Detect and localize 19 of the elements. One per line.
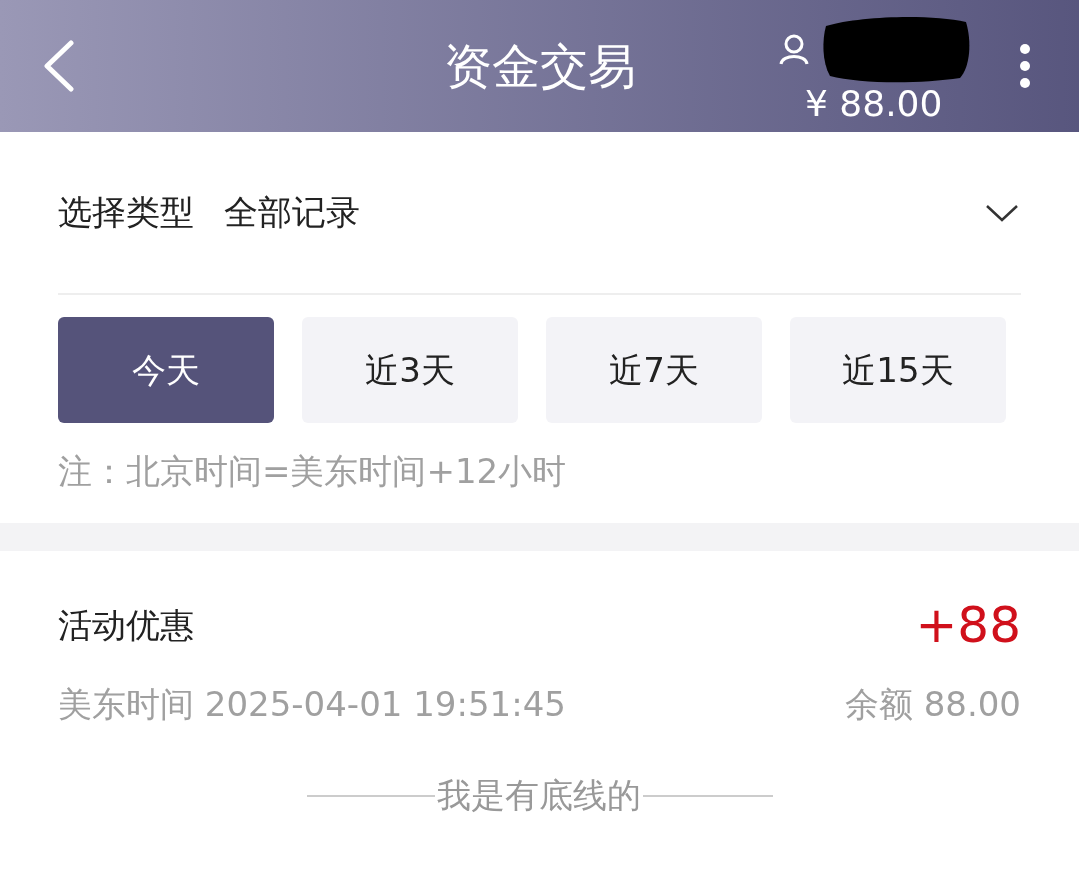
record-amount: +88 xyxy=(915,600,1021,650)
range-tab[interactable]: 今天 xyxy=(58,317,274,423)
end-of-list-text: 我是有底线的 xyxy=(435,774,642,817)
range-tab[interactable]: 近7天 xyxy=(546,317,762,423)
account-balance: ¥ 88.00 xyxy=(805,86,943,122)
timezone-note: 注：北京时间=美东时间+12小时 xyxy=(58,450,568,493)
back-icon xyxy=(41,40,75,92)
record-balance: 余额 88.00 xyxy=(844,683,1021,726)
record-time: 美东时间 2025-04-01 19:51:45 xyxy=(58,683,566,726)
record-title: 活动优惠 xyxy=(58,603,194,647)
page-title: 资金交易 xyxy=(443,42,636,90)
more-icon xyxy=(1019,43,1031,89)
user-icon xyxy=(778,33,810,65)
range-tab[interactable]: 近15天 xyxy=(790,317,1006,423)
range-tab[interactable]: 近3天 xyxy=(302,317,518,423)
chevron-down-icon xyxy=(985,202,1019,223)
filter-value: 全部记录 xyxy=(224,191,360,234)
type-selector[interactable]: 选择类型 全部记录 xyxy=(58,132,1021,295)
filter-label: 选择类型 xyxy=(58,191,194,234)
